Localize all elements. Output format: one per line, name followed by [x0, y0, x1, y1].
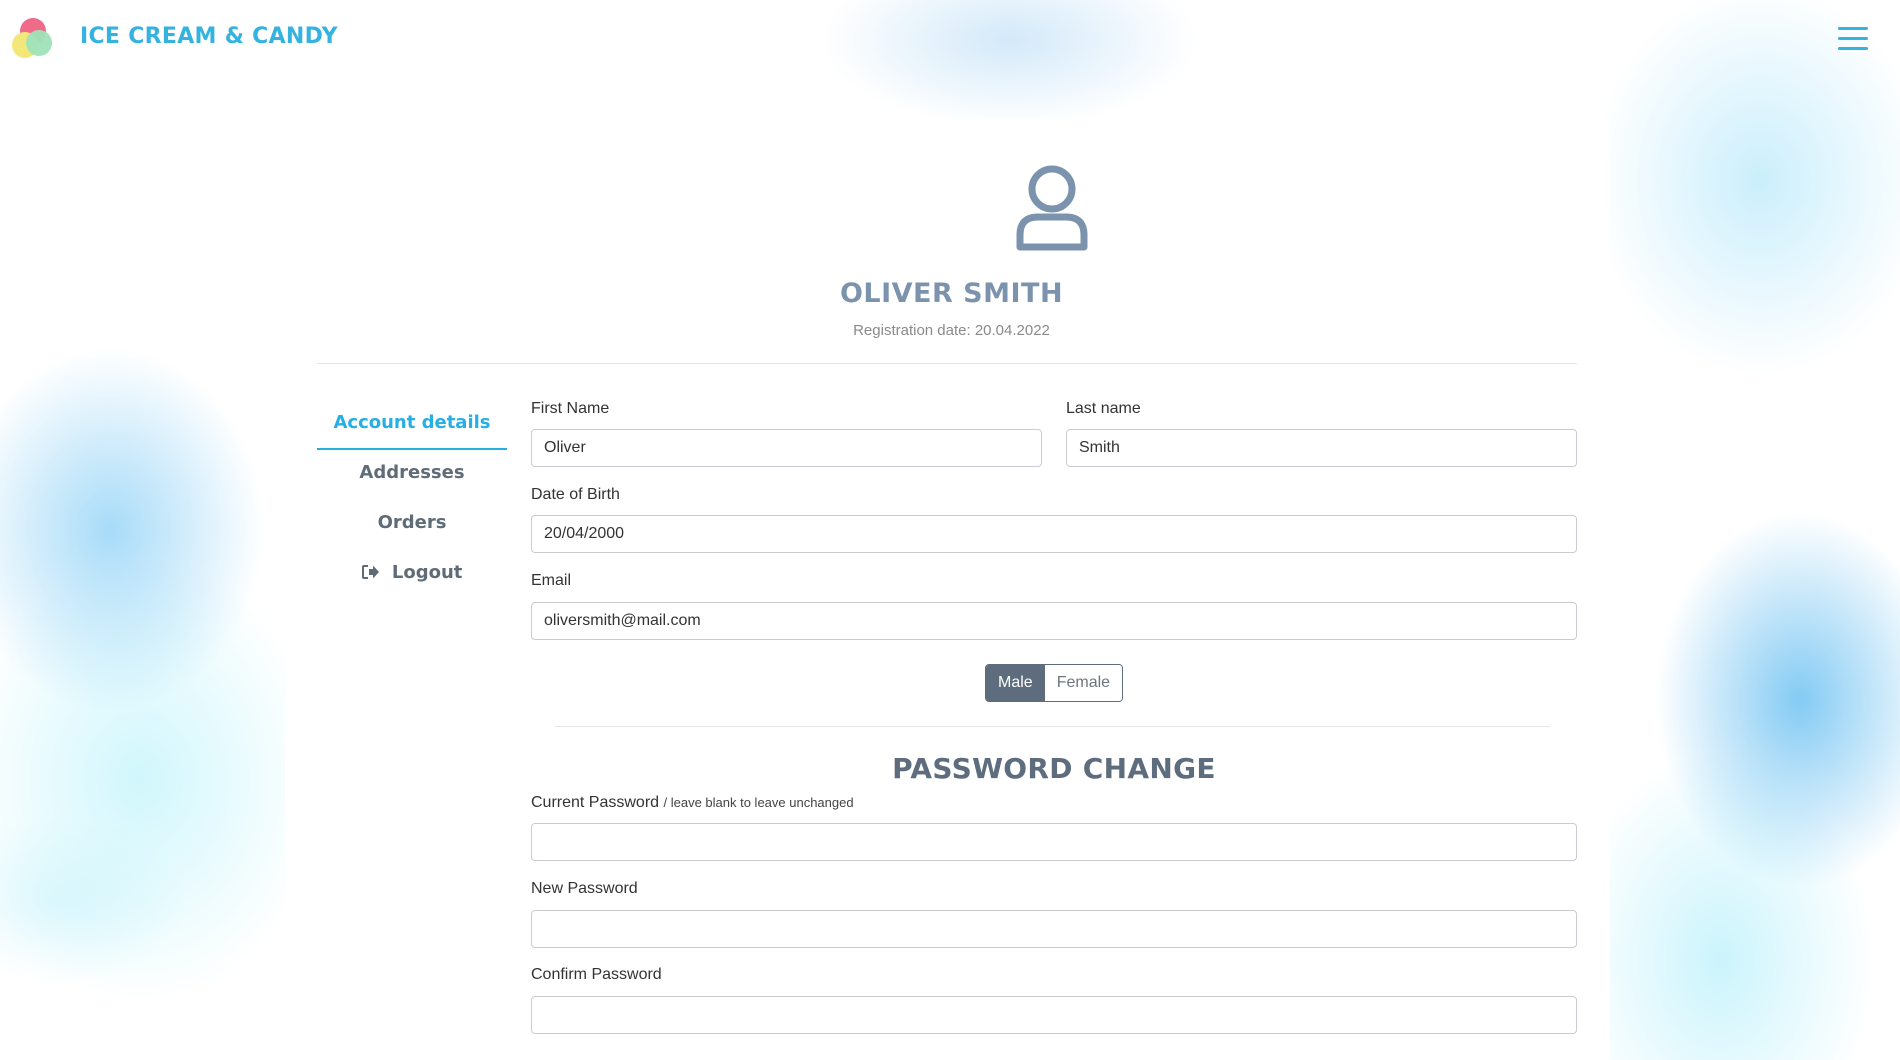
- last-name-input[interactable]: [1066, 429, 1577, 467]
- sidebar-item-label: Logout: [391, 562, 463, 583]
- confirm-password-label: Confirm Password: [531, 966, 662, 983]
- current-password-input[interactable]: [531, 823, 1577, 861]
- password-change-title: PASSWORD CHANGE: [892, 752, 1216, 785]
- email-label: Email: [531, 572, 572, 589]
- top-navbar: ICE CREAM & CANDY: [0, 0, 1900, 78]
- sidebar-item-addresses[interactable]: Addresses: [317, 450, 507, 500]
- first-name-input[interactable]: [531, 429, 1042, 467]
- new-password-input[interactable]: [531, 910, 1577, 948]
- hamburger-line: [1838, 27, 1868, 30]
- dob-label: Date of Birth: [531, 486, 620, 503]
- registration-date: Registration date: 20.04.2022: [853, 322, 1050, 339]
- dob-input[interactable]: [531, 515, 1577, 553]
- first-name-label: First Name: [531, 400, 610, 417]
- hamburger-line: [1838, 37, 1868, 40]
- sidebar-item-account-details[interactable]: Account details: [317, 400, 507, 450]
- last-name-label: Last name: [1066, 400, 1141, 417]
- logo-circle-green: [26, 30, 52, 56]
- confirm-password-input[interactable]: [531, 996, 1577, 1034]
- user-name: OLIVER SMITH: [839, 278, 1064, 309]
- gender-male-button[interactable]: Male: [986, 665, 1045, 701]
- hamburger-line: [1838, 47, 1868, 50]
- current-password-label-text: Current Password: [531, 794, 660, 811]
- logout-icon: [361, 565, 379, 579]
- sidebar-item-orders[interactable]: Orders: [317, 500, 507, 550]
- gender-toggle: Male Female: [985, 664, 1124, 702]
- divider: [317, 363, 1577, 364]
- hamburger-menu-icon[interactable]: [1838, 27, 1868, 51]
- user-icon: [1016, 165, 1088, 251]
- current-password-label: Current Password / leave blank to leave …: [531, 794, 854, 812]
- sidebar-item-label: Orders: [377, 512, 447, 533]
- divider: [555, 726, 1550, 727]
- gender-female-button[interactable]: Female: [1044, 665, 1123, 701]
- sidebar-item-label: Addresses: [359, 462, 465, 483]
- sidebar-item-logout[interactable]: Logout: [317, 550, 507, 600]
- new-password-label: New Password: [531, 880, 638, 897]
- sidebar-item-label: Account details: [333, 412, 491, 433]
- email-input[interactable]: [531, 602, 1577, 640]
- account-card: OLIVER SMITH Registration date: 20.04.20…: [285, 118, 1610, 1060]
- current-password-hint: / leave blank to leave unchanged: [663, 795, 854, 810]
- brand-name[interactable]: ICE CREAM & CANDY: [80, 24, 338, 49]
- brand-logo[interactable]: [12, 18, 56, 60]
- account-sidebar: Account details Addresses Orders Logout: [317, 400, 507, 600]
